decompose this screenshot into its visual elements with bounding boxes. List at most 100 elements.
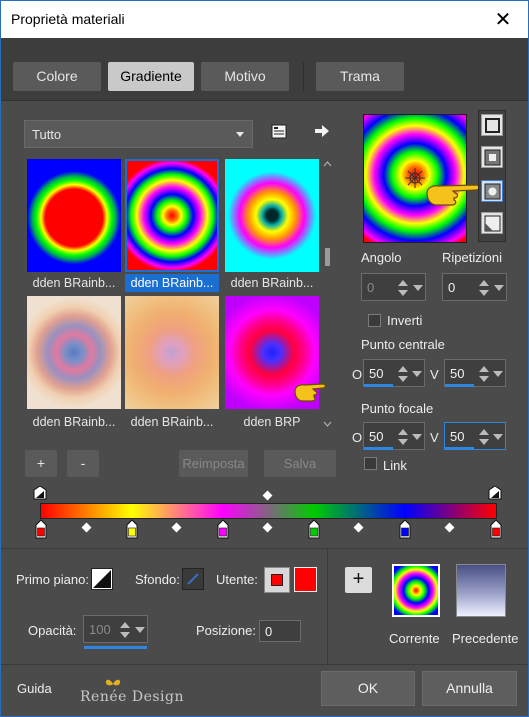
save-preset-button[interactable]: Salva <box>264 450 336 477</box>
chevron-down-icon[interactable] <box>412 371 422 377</box>
focal-v-slider[interactable] <box>445 447 474 450</box>
color-stop-marker[interactable] <box>398 519 412 539</box>
focal-h-label: O <box>352 430 363 445</box>
divider <box>1 664 528 665</box>
ok-button[interactable]: OK <box>321 671 415 706</box>
chevron-down-icon[interactable] <box>412 434 422 440</box>
rectangular-style-icon[interactable] <box>481 146 503 168</box>
center-v-input[interactable]: 50 <box>444 359 506 387</box>
tab-trama[interactable]: Trama <box>316 62 404 91</box>
reset-button[interactable]: Reimposta <box>179 450 248 477</box>
user-swatch-small <box>271 574 283 586</box>
spin-down-icon[interactable] <box>398 376 408 382</box>
link-label[interactable]: Link <box>383 458 407 473</box>
color-stop-marker[interactable] <box>34 519 48 539</box>
background-swatch[interactable] <box>182 568 204 590</box>
invert-checkbox[interactable] <box>368 314 381 327</box>
help-link[interactable]: Guida <box>17 681 52 696</box>
spin-down-icon[interactable] <box>398 439 408 445</box>
chevron-down-icon[interactable] <box>494 285 504 291</box>
spin-down-icon[interactable] <box>479 290 489 296</box>
center-h-slider[interactable] <box>364 384 393 387</box>
tab-gradiente[interactable]: Gradiente <box>108 62 194 91</box>
background-label: Sfondo: <box>135 572 180 587</box>
close-icon[interactable]: ✕ <box>492 7 514 32</box>
color-stop-marker[interactable] <box>489 519 503 539</box>
current-material-swatch[interactable] <box>392 564 440 617</box>
category-select[interactable]: Tutto <box>24 120 253 148</box>
user-swatch-frame[interactable] <box>264 567 290 593</box>
cancel-button[interactable]: Annulla <box>422 671 517 706</box>
category-value: Tutto <box>32 127 62 142</box>
opacity-slider[interactable] <box>84 646 147 649</box>
preset-label[interactable]: dden BRainb... <box>125 274 219 292</box>
spin-up-icon[interactable] <box>479 366 489 372</box>
spin-down-icon[interactable] <box>120 632 130 638</box>
focal-v-label: V <box>430 430 439 445</box>
spin-up-icon[interactable] <box>398 280 408 286</box>
spin-up-icon[interactable] <box>479 429 489 435</box>
tab-colore[interactable]: Colore <box>13 62 101 91</box>
chevron-down-icon[interactable] <box>493 371 503 377</box>
spin-down-icon[interactable] <box>479 439 489 445</box>
center-h-value: 50 <box>369 366 384 381</box>
linear-style-icon[interactable] <box>481 114 503 136</box>
arrow-right-icon[interactable] <box>314 123 330 139</box>
center-v-slider[interactable] <box>445 384 474 387</box>
focal-h-input[interactable]: 50 <box>363 422 425 450</box>
preset-label[interactable]: dden BRainb... <box>27 274 121 292</box>
color-stop-marker[interactable] <box>307 519 321 539</box>
chevron-down-icon[interactable] <box>135 627 145 633</box>
tab-motivo[interactable]: Motivo <box>201 62 289 91</box>
chevron-down-icon[interactable] <box>493 434 503 440</box>
center-h-input[interactable]: 50 <box>363 359 425 387</box>
focal-h-value: 50 <box>369 429 384 444</box>
preset-label[interactable]: dden BRP <box>225 413 319 431</box>
invert-label[interactable]: Inverti <box>387 313 422 328</box>
chevron-down-icon[interactable] <box>413 285 423 291</box>
gradient-bar[interactable] <box>40 503 497 519</box>
corner-style-icon[interactable] <box>481 212 503 234</box>
focal-h-slider[interactable] <box>364 447 393 450</box>
butterfly-icon <box>105 679 121 686</box>
preset-thumbnail[interactable] <box>225 159 319 272</box>
preset-label[interactable]: dden BRainb... <box>225 274 319 292</box>
spin-down-icon[interactable] <box>479 376 489 382</box>
color-stop-marker[interactable] <box>216 519 230 539</box>
crosshair-icon[interactable] <box>404 167 426 189</box>
preset-label[interactable]: dden BRainb... <box>125 413 219 431</box>
add-preset-button[interactable]: + <box>25 450 57 477</box>
preset-scrollbar[interactable] <box>321 157 334 432</box>
preset-label[interactable]: dden BRainb... <box>27 413 121 431</box>
spin-up-icon[interactable] <box>398 429 408 435</box>
remove-preset-button[interactable]: - <box>67 450 99 477</box>
link-checkbox[interactable] <box>364 457 377 470</box>
folder-icon[interactable] <box>271 122 289 140</box>
user-color-swatch[interactable] <box>294 567 317 592</box>
focal-v-input[interactable]: 50 <box>444 422 506 450</box>
angle-input[interactable]: 0 <box>361 273 426 301</box>
position-value: 0 <box>265 624 273 639</box>
foreground-swatch[interactable] <box>91 568 113 590</box>
spin-up-icon[interactable] <box>398 366 408 372</box>
previous-material-swatch[interactable] <box>456 564 506 617</box>
spin-up-icon[interactable] <box>120 622 130 628</box>
current-label: Corrente <box>389 631 440 646</box>
position-input[interactable]: 0 <box>259 620 301 642</box>
repeats-input[interactable]: 0 <box>442 273 507 301</box>
radial-style-icon[interactable] <box>481 180 503 202</box>
opacity-input[interactable]: 100 <box>83 615 148 643</box>
opacity-stop-icon[interactable] <box>33 486 47 500</box>
spin-up-icon[interactable] <box>479 280 489 286</box>
preset-thumbnail[interactable] <box>27 159 121 272</box>
foreground-label: Primo piano: <box>16 572 89 587</box>
add-stop-icon[interactable]: + <box>345 567 372 593</box>
opacity-stop-icon[interactable] <box>488 486 502 500</box>
preset-thumbnail[interactable] <box>27 296 121 409</box>
color-stop-marker[interactable] <box>125 519 139 539</box>
window-title: Proprietà materiali <box>11 11 125 27</box>
preset-thumbnail-selected[interactable] <box>125 159 219 272</box>
spin-down-icon[interactable] <box>398 290 408 296</box>
center-v-label: V <box>430 367 439 382</box>
preset-thumbnail[interactable] <box>125 296 219 409</box>
